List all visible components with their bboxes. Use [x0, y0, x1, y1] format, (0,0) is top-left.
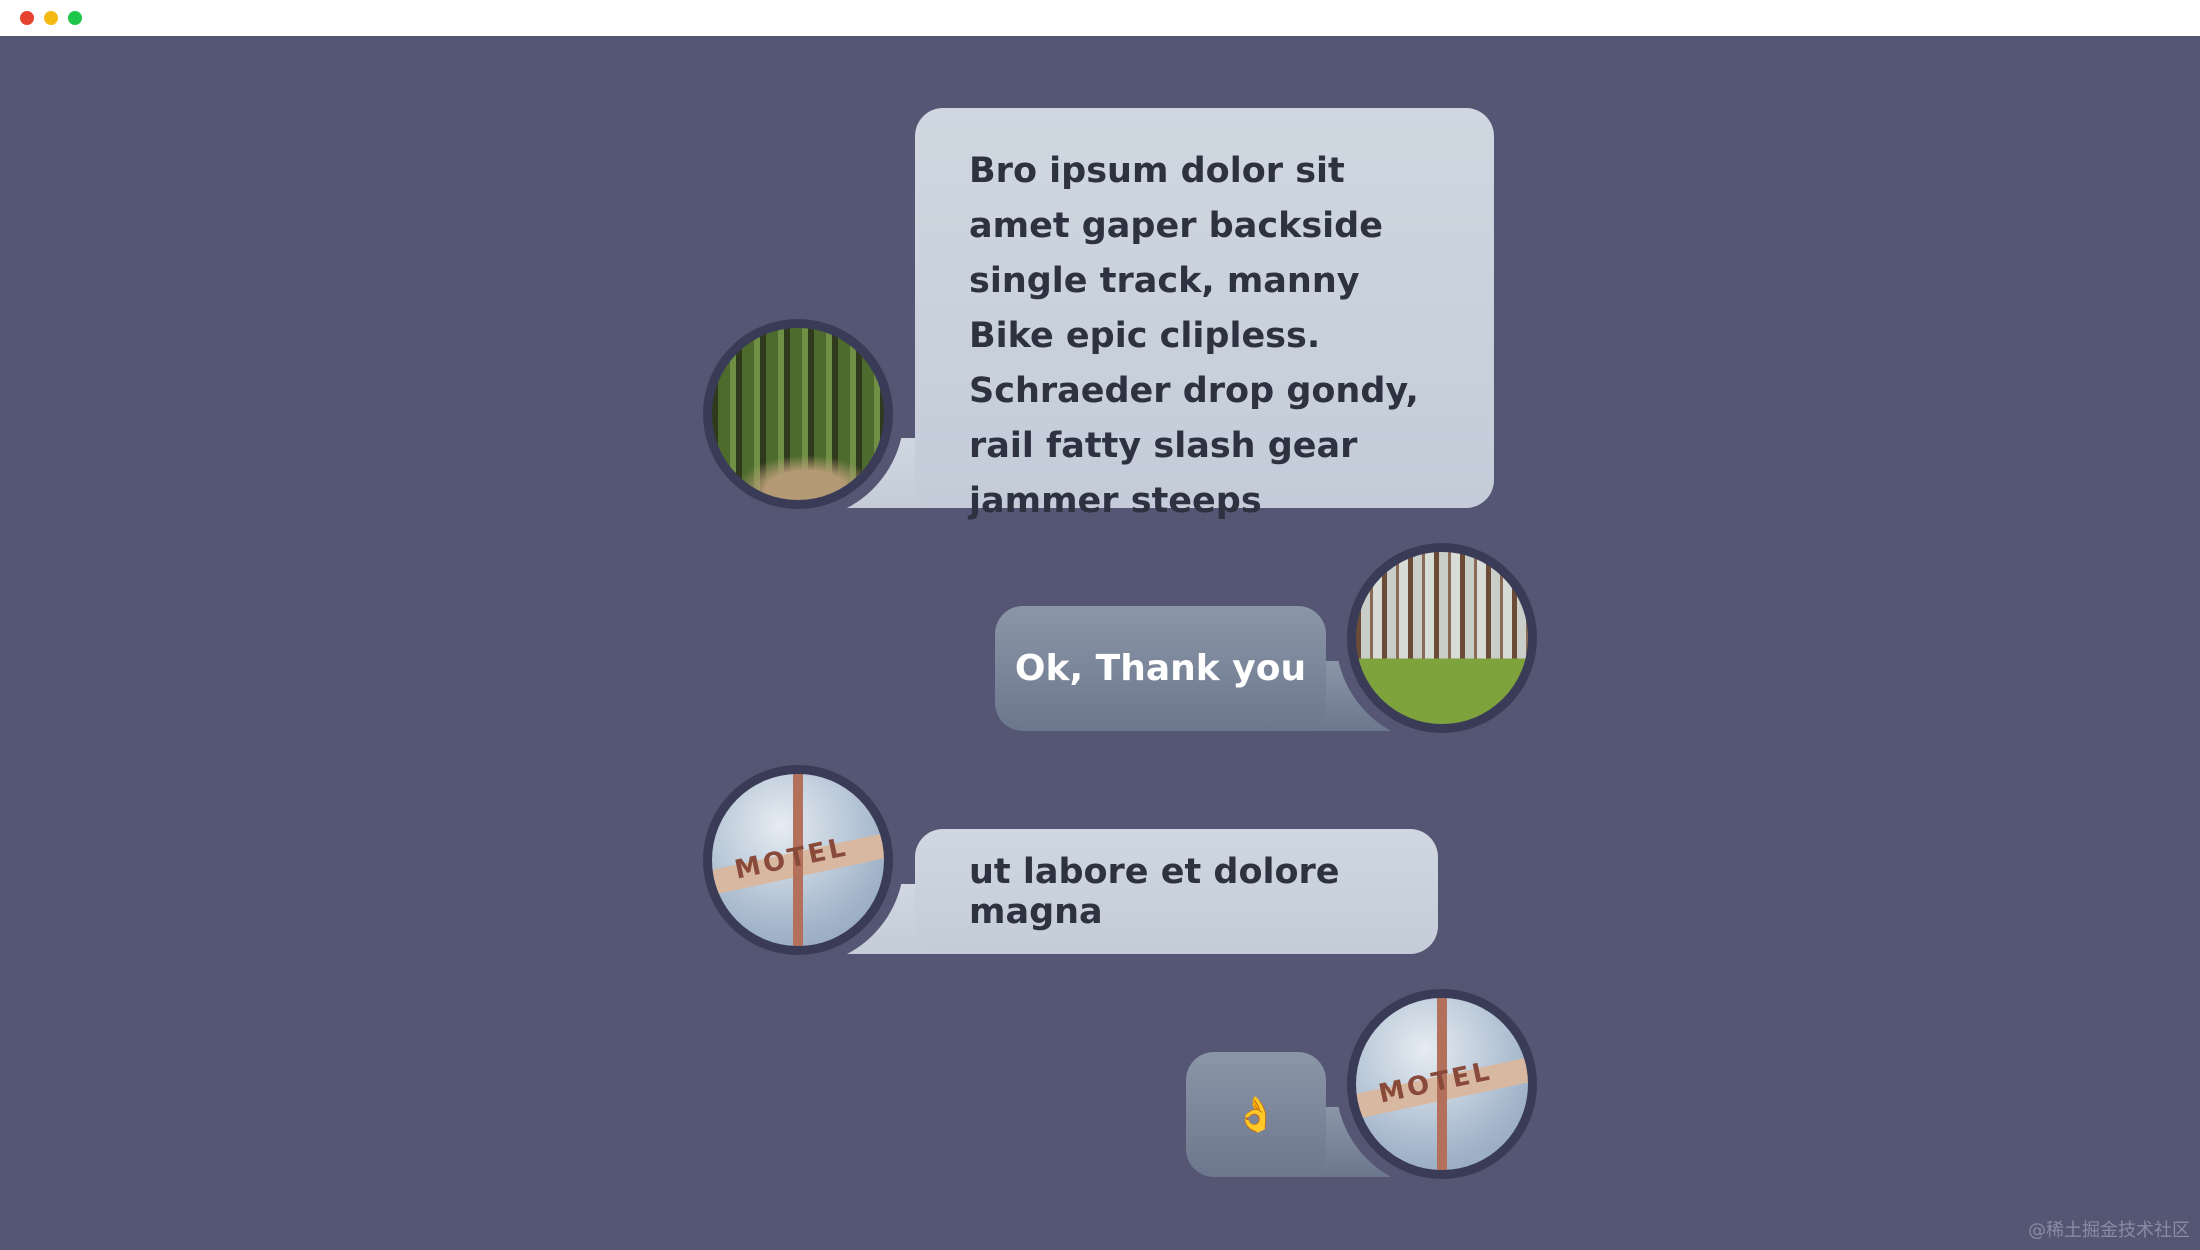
motel-sign: MOTEL: [732, 832, 851, 886]
motel-sign-avatar[interactable]: MOTEL: [1356, 998, 1528, 1170]
minimize-window-button[interactable]: [44, 11, 58, 25]
message-text: ut labore et dolore magna: [969, 851, 1340, 932]
window-titlebar: [0, 0, 2200, 36]
motel-sign: MOTEL: [1376, 1056, 1495, 1110]
maximize-window-button[interactable]: [68, 11, 82, 25]
message-bubble: Ok, Thank you: [995, 606, 1326, 731]
message-bubble: Bro ipsum dolor sit amet gaper backside …: [915, 108, 1494, 521]
pine-forest-avatar[interactable]: [1356, 552, 1528, 724]
close-window-button[interactable]: [20, 11, 34, 25]
message-bubble: ut labore et dolore magna: [915, 829, 1438, 954]
message-bubble: 👌: [1186, 1052, 1326, 1177]
ok-hand-emoji: 👌: [1234, 1094, 1278, 1135]
message-text: Ok, Thank you: [1014, 648, 1307, 689]
watermark: @稀土掘金技术社区: [2028, 1220, 2190, 1241]
forest-path-avatar[interactable]: [712, 328, 884, 500]
motel-sign-avatar[interactable]: MOTEL: [712, 774, 884, 946]
message-text: Bro ipsum dolor sit amet gaper backside …: [969, 151, 1419, 521]
